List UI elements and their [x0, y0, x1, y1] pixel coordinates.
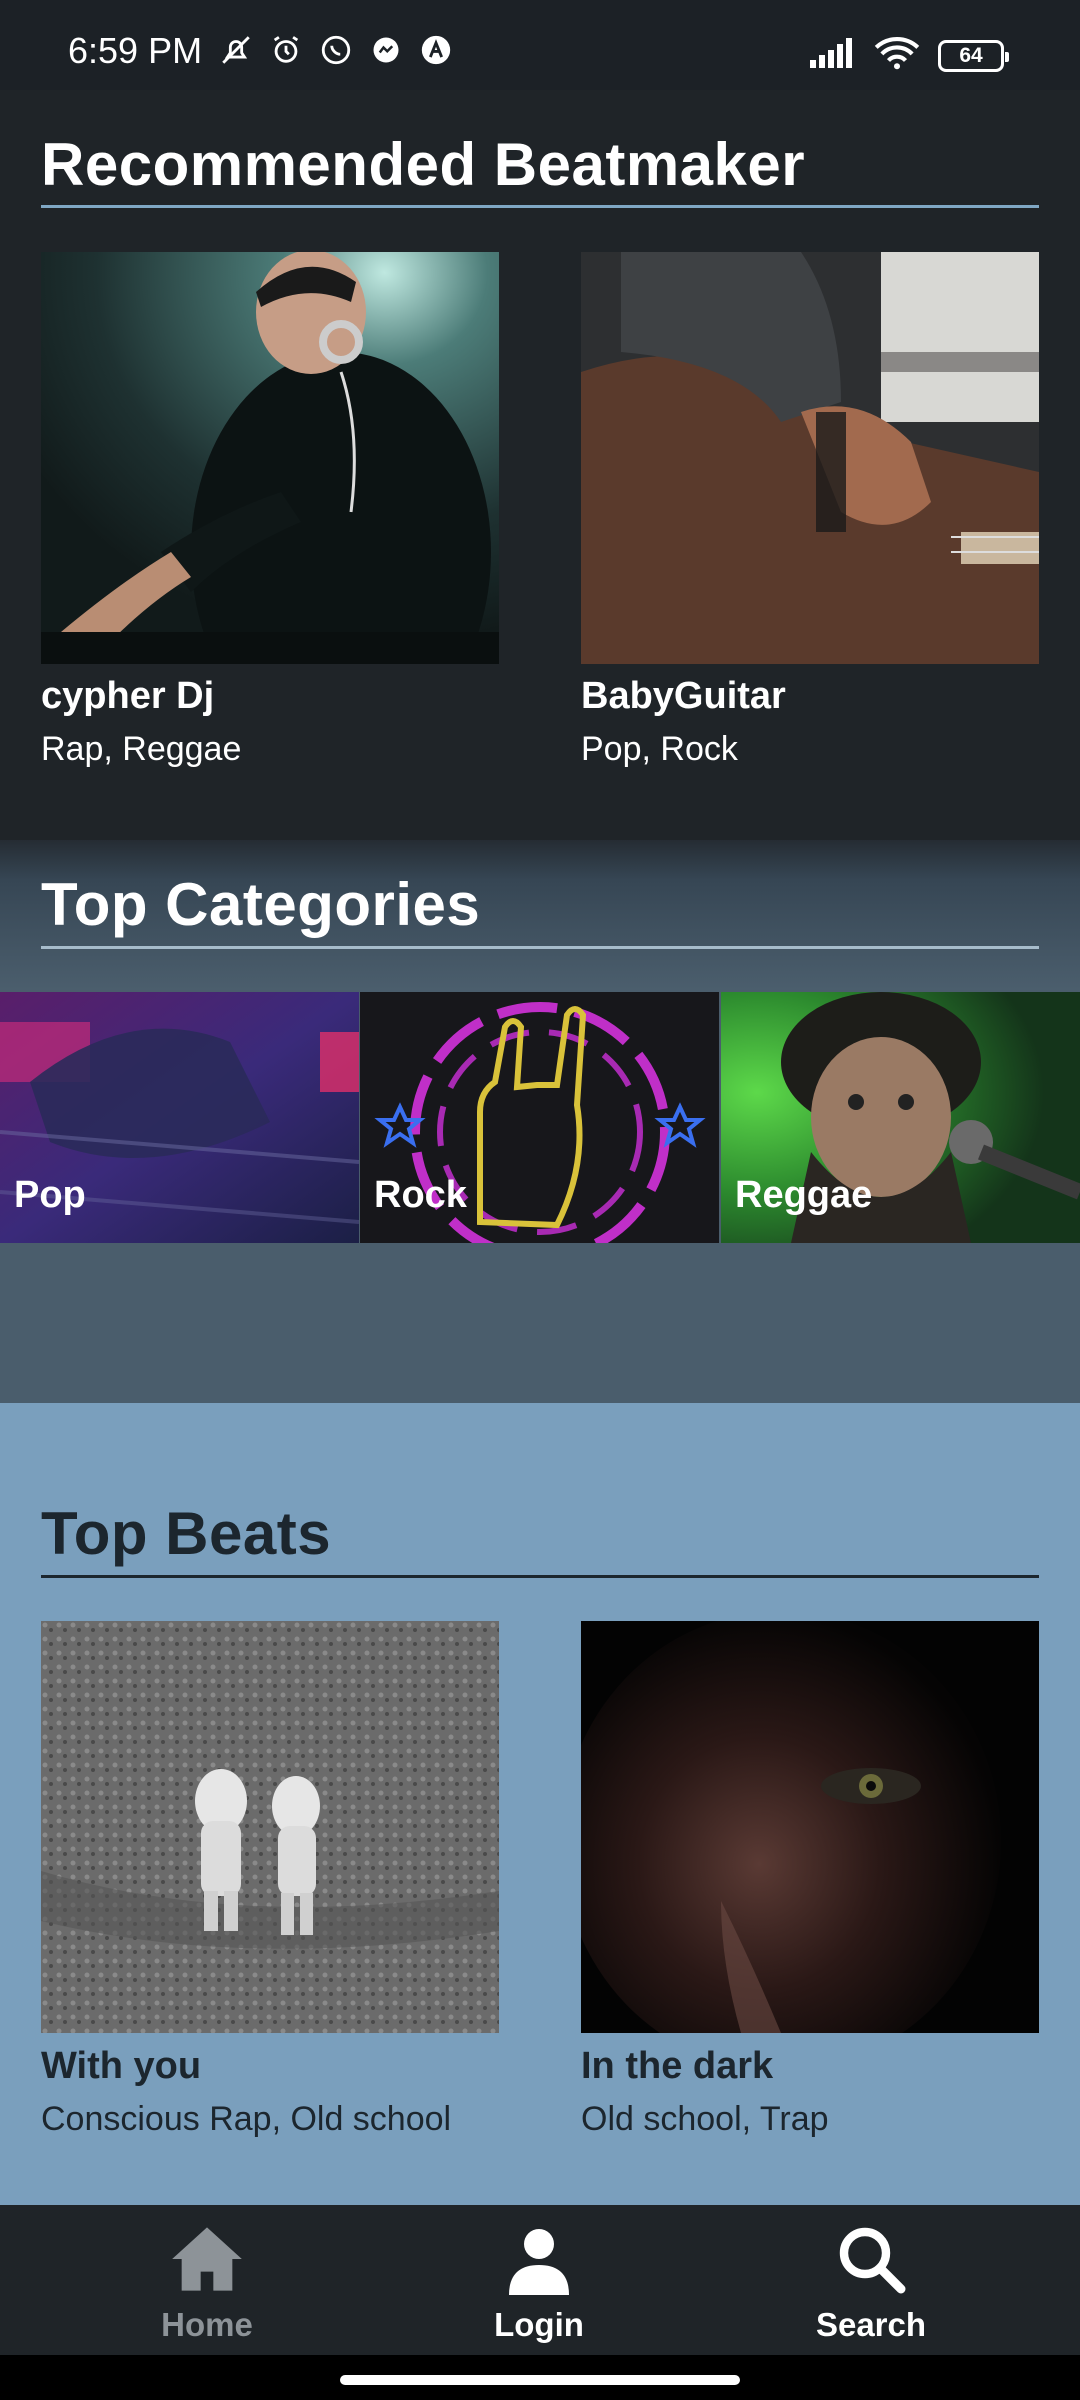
category-label: Reggae — [735, 1174, 873, 1216]
beatmaker-photo[interactable] — [581, 252, 1039, 664]
status-bar: 6:59 PM 64 — [0, 0, 1080, 90]
wifi-icon — [874, 36, 920, 75]
notification-icons — [218, 32, 454, 68]
beat-genres: Old school, Trap — [581, 2100, 829, 2138]
status-time: 6:59 PM — [68, 30, 203, 71]
system-icons: 64 — [810, 36, 1009, 75]
alarm-icon — [268, 32, 304, 68]
section-title: Recommended Beatmaker — [41, 131, 806, 198]
home-gesture-handle[interactable] — [340, 2375, 740, 2385]
signal-icon — [810, 38, 856, 73]
nav-search[interactable]: Search — [741, 2223, 1001, 2344]
app-icon — [418, 32, 454, 68]
beat-title: With you — [41, 2045, 202, 2087]
beat-cover[interactable] — [41, 1621, 499, 2033]
beatmaker-name: cypher Dj — [41, 675, 215, 717]
messenger-icon — [368, 32, 404, 68]
recommended-section: Recommended Beatmaker cypher Dj Rap, Reg… — [0, 90, 1080, 840]
bottom-nav: Home Login Search — [0, 2205, 1080, 2355]
beat-title: In the dark — [581, 2045, 774, 2087]
title-underline — [41, 1575, 1039, 1578]
battery-icon: 64 — [938, 39, 1009, 72]
whatsapp-icon — [318, 32, 354, 68]
beats-section: Top Beats With you Conscious Rap, Old sc… — [0, 1403, 1080, 2205]
beatmaker-name: BabyGuitar — [581, 675, 786, 717]
category-tile-reggae[interactable]: Reggae — [721, 992, 1080, 1243]
user-icon — [503, 2229, 575, 2299]
home-icon — [169, 2227, 245, 2299]
category-label: Rock — [374, 1174, 467, 1216]
mute-icon — [218, 32, 254, 68]
category-tile-pop[interactable]: Pop — [0, 992, 359, 1243]
nav-label: Home — [161, 2306, 253, 2343]
beatmaker-genres: Pop, Rock — [581, 730, 738, 768]
category-label: Pop — [14, 1174, 86, 1216]
nav-home[interactable]: Home — [77, 2223, 337, 2344]
nav-login[interactable]: Login — [409, 2223, 669, 2344]
category-tile-rock[interactable]: Rock — [360, 992, 719, 1243]
beatmaker-genres: Rap, Reggae — [41, 730, 242, 768]
categories-section: Top Categories Pop Rock Reggae — [0, 840, 1080, 1403]
title-underline — [41, 205, 1039, 208]
nav-label: Search — [815, 2306, 927, 2343]
beat-cover[interactable] — [581, 1621, 1039, 2033]
beatmaker-photo[interactable] — [41, 252, 499, 664]
section-title: Top Beats — [41, 1500, 332, 1567]
gesture-bar — [0, 2355, 1080, 2400]
beat-genres: Conscious Rap, Old school — [41, 2100, 452, 2138]
section-title: Top Categories — [41, 871, 481, 938]
nav-label: Login — [494, 2306, 584, 2343]
search-icon — [835, 2227, 907, 2299]
title-underline — [41, 946, 1039, 949]
